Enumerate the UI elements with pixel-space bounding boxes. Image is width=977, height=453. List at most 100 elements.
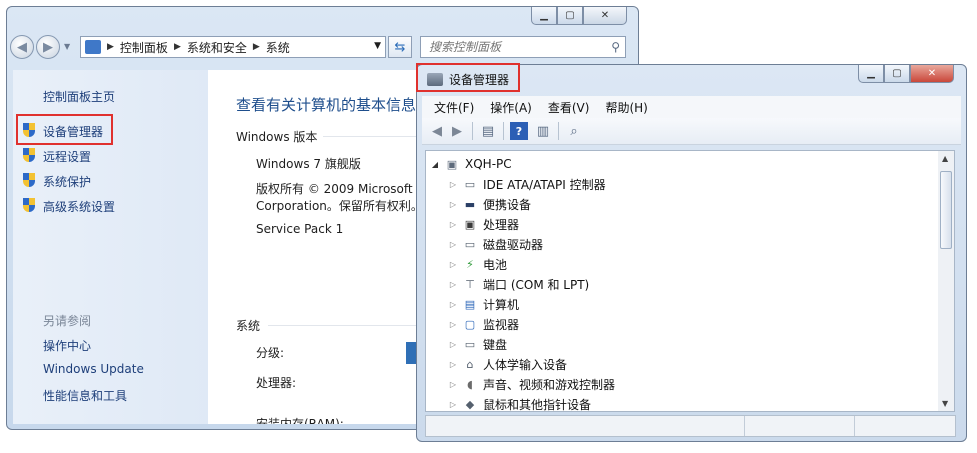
shield-icon xyxy=(23,148,37,162)
device-tree[interactable]: ◢ ▣ XQH-PC ▷ ▭ IDE ATA/ATAPI 控制器 ▷ ▬ 便携设备 ▷ ▣ 处理… xyxy=(425,150,939,412)
expand-arrow-icon[interactable]: ▷ xyxy=(448,300,458,309)
processor-icon: ▣ xyxy=(464,217,476,231)
remote-settings-link[interactable]: 远程设置 xyxy=(43,148,91,165)
cp-caption-buttons: ▁ ▢ ✕ xyxy=(531,7,627,26)
menu-view[interactable]: 查看(V) xyxy=(548,99,590,116)
search-input[interactable] xyxy=(427,39,611,55)
address-separator-icon[interactable]: ▶ xyxy=(107,42,114,52)
scrollbar-thumb[interactable] xyxy=(940,171,952,249)
cp-minimize-button[interactable]: ▁ xyxy=(531,7,557,25)
forward-arrow-icon: ▶ xyxy=(43,39,53,55)
search-icon[interactable]: ⚲ xyxy=(611,40,620,54)
expand-arrow-icon[interactable]: ▷ xyxy=(448,360,458,369)
shield-icon xyxy=(23,198,37,212)
device-category-label: IDE ATA/ATAPI 控制器 xyxy=(483,177,606,192)
device-category-row[interactable]: ▷ ▢ 监视器 xyxy=(448,314,519,334)
device-category-row[interactable]: ▷ ▭ IDE ATA/ATAPI 控制器 xyxy=(448,174,606,194)
dm-maximize-button[interactable]: ▢ xyxy=(884,65,910,83)
expand-arrow-icon[interactable]: ▷ xyxy=(448,400,458,409)
toolbar: ◀ ▶ ▤ ? ▥ ⌕ xyxy=(422,118,961,145)
scroll-down-arrow-icon[interactable]: ▼ xyxy=(942,399,948,408)
system-section-header: 系统 xyxy=(236,319,261,333)
back-button[interactable]: ◀ xyxy=(10,35,34,59)
expand-arrow-icon[interactable]: ▷ xyxy=(448,240,458,249)
device-category-row[interactable]: ▷ ▭ 键盘 xyxy=(448,334,507,354)
port-icon: ⊤ xyxy=(465,277,475,291)
expand-arrow-icon[interactable]: ▷ xyxy=(448,260,458,269)
cp-close-button[interactable]: ✕ xyxy=(583,7,627,25)
device-manager-window: 设备管理器 ▁ ▢ ✕ 文件(F) 操作(A) 查看(V) 帮助(H) ◀ ▶ … xyxy=(416,63,967,442)
collapse-arrow-icon[interactable]: ◢ xyxy=(430,160,440,169)
page-title: 查看有关计算机的基本信息 xyxy=(236,96,417,114)
address-segment-system[interactable]: 系统 xyxy=(266,39,290,56)
system-protection-link[interactable]: 系统保护 xyxy=(43,173,91,190)
root-label: XQH-PC xyxy=(465,157,512,171)
device-category-row[interactable]: ▷ ▤ 计算机 xyxy=(448,294,519,314)
dm-minimize-button[interactable]: ▁ xyxy=(858,65,884,83)
refresh-icon: ⇆ xyxy=(394,39,406,55)
vertical-scrollbar[interactable]: ▲ ▼ xyxy=(938,150,955,412)
device-category-row[interactable]: ▷ ⚡ 电池 xyxy=(448,254,507,274)
expand-arrow-icon[interactable]: ▷ xyxy=(448,200,458,209)
rating-label: 分级: xyxy=(256,346,285,360)
windows-experience-index-icon[interactable] xyxy=(406,342,416,364)
cp-home-link[interactable]: 控制面板主页 xyxy=(43,88,115,105)
menu-help[interactable]: 帮助(H) xyxy=(605,99,647,116)
scan-hardware-icon[interactable]: ⌕ xyxy=(565,122,583,140)
expand-arrow-icon[interactable]: ▷ xyxy=(448,340,458,349)
edition-section-header: Windows 版本 xyxy=(236,130,318,144)
address-separator-icon[interactable]: ▶ xyxy=(174,42,181,52)
address-separator-icon[interactable]: ▶ xyxy=(253,42,260,52)
windows-update-link[interactable]: Windows Update xyxy=(43,362,144,376)
expand-arrow-icon[interactable]: ▷ xyxy=(448,180,458,189)
action-center-link[interactable]: 操作中心 xyxy=(43,337,91,354)
device-category-row[interactable]: ▷ ⌂ 人体学输入设备 xyxy=(448,354,567,374)
forward-button[interactable]: ▶ xyxy=(36,35,60,59)
device-category-row[interactable]: ▷ ▬ 便携设备 xyxy=(448,194,531,214)
device-category-row[interactable]: ▷ ▣ 处理器 xyxy=(448,214,519,234)
copyright-line-2: Corporation。保留所有权利。 xyxy=(256,199,423,213)
disk-drive-icon: ▭ xyxy=(464,237,476,251)
refresh-button[interactable]: ⇆ xyxy=(388,36,412,58)
expand-arrow-icon[interactable]: ▷ xyxy=(448,380,458,389)
status-cell xyxy=(744,416,855,436)
search-box[interactable]: ⚲ xyxy=(420,36,626,58)
expand-arrow-icon[interactable]: ▷ xyxy=(448,220,458,229)
address-dropdown-icon[interactable]: ▼ xyxy=(374,41,381,51)
device-category-row[interactable]: ▷ ⊤ 端口 (COM 和 LPT) xyxy=(448,274,589,294)
computer-icon: ▣ xyxy=(446,157,458,171)
menu-action[interactable]: 操作(A) xyxy=(490,99,532,116)
dm-caption-buttons: ▁ ▢ ✕ xyxy=(858,65,954,84)
dm-close-button[interactable]: ✕ xyxy=(910,65,954,83)
device-category-label: 便携设备 xyxy=(483,197,532,212)
cp-maximize-button[interactable]: ▢ xyxy=(557,7,583,25)
ide-controller-icon: ▭ xyxy=(464,177,476,191)
forward-arrow-icon[interactable]: ▶ xyxy=(448,122,466,140)
help-icon[interactable]: ? xyxy=(510,122,528,140)
scroll-up-arrow-icon[interactable]: ▲ xyxy=(942,154,948,163)
address-bar[interactable]: ▶ 控制面板 ▶ 系统和安全 ▶ 系统 ▼ xyxy=(80,36,386,58)
back-arrow-icon: ◀ xyxy=(17,39,27,55)
hid-icon: ⌂ xyxy=(466,357,474,371)
battery-icon: ⚡ xyxy=(466,257,474,271)
tree-root[interactable]: ◢ ▣ XQH-PC xyxy=(430,154,512,174)
menu-file[interactable]: 文件(F) xyxy=(434,99,474,116)
properties-view-icon[interactable]: ▤ xyxy=(479,122,497,140)
device-category-row[interactable]: ▷ ◖ 声音、视频和游戏控制器 xyxy=(448,374,615,394)
performance-info-link[interactable]: 性能信息和工具 xyxy=(43,387,127,404)
expand-arrow-icon[interactable]: ▷ xyxy=(448,320,458,329)
processor-label: 处理器: xyxy=(256,376,297,390)
advanced-settings-link[interactable]: 高级系统设置 xyxy=(43,198,115,215)
recent-pages-chevron-icon[interactable]: ▼ xyxy=(64,42,70,51)
title-highlight-box xyxy=(416,63,520,92)
toolbar-separator xyxy=(472,122,473,140)
back-arrow-icon[interactable]: ◀ xyxy=(428,122,446,140)
address-segment-control-panel[interactable]: 控制面板 xyxy=(120,39,168,56)
expand-arrow-icon[interactable]: ▷ xyxy=(448,280,458,289)
portable-device-icon: ▬ xyxy=(464,197,476,211)
device-category-label: 处理器 xyxy=(483,217,520,232)
action-pane-icon[interactable]: ▥ xyxy=(534,122,552,140)
device-category-row[interactable]: ▷ ▭ 磁盘驱动器 xyxy=(448,234,543,254)
device-category-row[interactable]: ▷ ◆ 鼠标和其他指针设备 xyxy=(448,394,591,412)
address-segment-system-security[interactable]: 系统和安全 xyxy=(187,39,247,56)
